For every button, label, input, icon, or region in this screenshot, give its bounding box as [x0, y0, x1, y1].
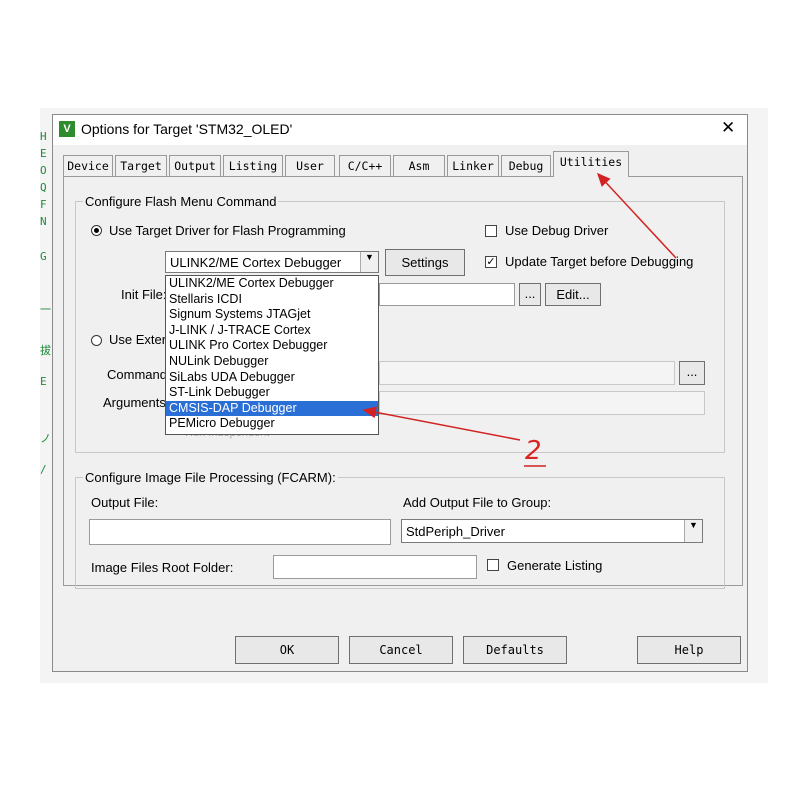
arrow-to-utilities-tab: [596, 172, 677, 259]
annotation-number: 2: [525, 436, 542, 466]
annotation-arrows: [362, 172, 677, 467]
arrow-to-cmsis-dap: [362, 406, 521, 441]
